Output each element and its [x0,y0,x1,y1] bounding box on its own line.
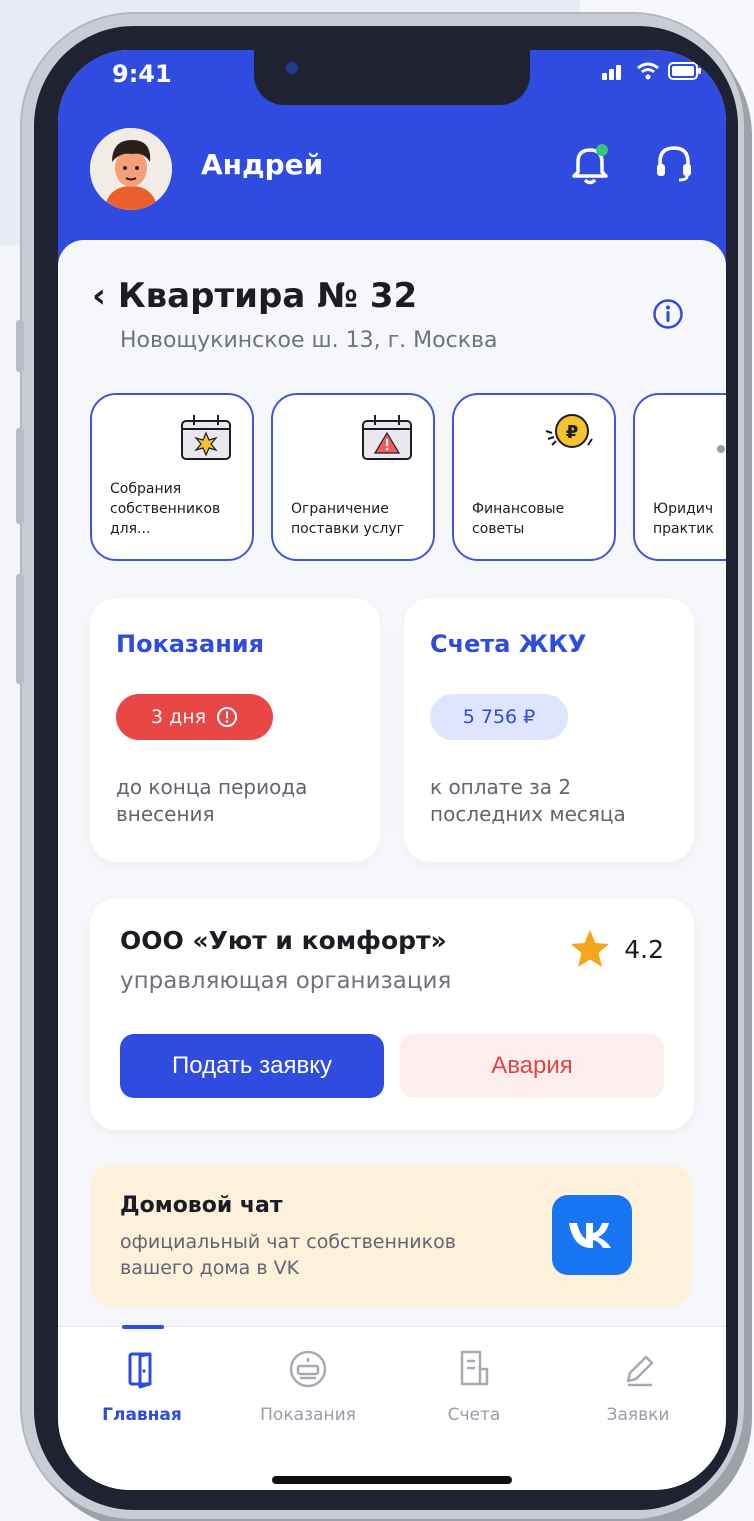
service-label: Собрания собственников для... [110,481,221,537]
back-button[interactable]: ‹ Квартира № 32 [92,276,417,316]
management-org-card: ООО «Уют и комфорт» управляющая организа… [90,898,694,1130]
notifications-button[interactable] [570,142,610,186]
svg-text:₽: ₽ [566,422,579,443]
alert-circle-icon [217,707,238,727]
law-icon [717,445,725,453]
bills-title: Счета ЖКУ [430,630,587,658]
readings-days-badge: 3 дня [116,694,273,740]
calendar-warning-icon [362,415,412,460]
address: Новощукинское ш. 13, г. Москва [120,328,498,353]
service-card-restrictions[interactable]: Ограничение поставки услуг [271,393,435,561]
service-label: Ограничение поставки услуг [291,501,404,537]
user-name: Андрей [201,148,324,181]
volume-up-button [16,428,24,524]
submit-request-button[interactable]: Подать заявку [120,1034,384,1098]
notch [254,50,530,105]
service-card-legal[interactable]: Юридич практик [633,393,726,561]
tab-home[interactable]: Главная [62,1325,222,1437]
chat-title: Домовой чат [120,1193,283,1218]
battery-icon [668,62,701,80]
status-time: 9:41 [112,60,172,88]
service-label: Юридич практик [653,501,714,537]
tab-label: Счета [447,1405,501,1425]
bottom-tab-bar: Главная Показания Счета Заявки [58,1325,726,1490]
readings-subtitle: до конца периода внесения [116,775,308,826]
readings-card[interactable]: Показания 3 дня до конца периода внесени… [90,598,380,862]
services-carousel[interactable]: Собрания собственников для... Ограничени… [90,393,726,563]
info-icon[interactable] [652,298,684,330]
status-icons [602,62,702,80]
service-card-finance[interactable]: ₽ Финансовые советы [452,393,616,561]
door-icon [128,1352,152,1389]
rating-value: 4.2 [624,934,664,964]
tab-label: Заявки [606,1405,670,1425]
service-card-meetings[interactable]: Собрания собственников для... [90,393,254,561]
readings-days: 3 дня [150,706,207,728]
service-label: Финансовые советы [472,501,565,537]
home-indicator [272,1476,512,1484]
bills-subtitle: к оплате за 2 последних месяца [430,775,626,826]
tab-bills[interactable]: Счета [394,1327,554,1437]
org-subtitle: управляющая организация [120,968,452,994]
calendar-burst-icon [181,415,231,460]
receipt-icon [460,1350,489,1386]
chat-subtitle: официальный чат собственников вашего дом… [120,1231,456,1279]
tab-label: Показания [260,1405,356,1425]
vk-icon [569,1223,611,1248]
active-tab-indicator [122,1325,164,1329]
readings-title: Показания [116,630,265,658]
bills-amount-badge: 5 756 ₽ [430,694,568,740]
avatar[interactable] [90,128,172,210]
chevron-left-icon: ‹ [92,276,118,316]
house-chat-card[interactable]: Домовой чат официальный чат собственнико… [90,1165,692,1307]
signal-icon [602,65,621,80]
star-icon [571,930,610,967]
pencil-icon [626,1355,654,1387]
ruble-coin-icon: ₽ [545,414,593,448]
vk-logo-icon[interactable] [552,1195,632,1275]
org-rating: 4.2 [568,928,664,970]
mute-switch [16,320,24,372]
front-camera [286,62,298,74]
wifi-icon [637,62,659,80]
tab-requests[interactable]: Заявки [558,1327,718,1437]
meter-icon [289,1350,327,1388]
tab-label: Главная [102,1405,182,1425]
emergency-button[interactable]: Авария [400,1034,664,1098]
org-name: ООО «Уют и комфорт» [120,926,447,955]
tab-readings[interactable]: Показания [228,1327,388,1437]
bell-icon [572,144,608,185]
support-button[interactable] [653,142,695,184]
volume-down-button [16,574,24,684]
app-screen: 9:41 Андрей ‹ Квартира № 32 Новощукинско… [58,50,726,1490]
headset-icon [657,146,691,182]
page-title: Квартира № 32 [117,276,418,316]
avatar-illustration-icon [90,128,172,210]
bills-card[interactable]: Счета ЖКУ 5 756 ₽ к оплате за 2 последни… [404,598,694,862]
